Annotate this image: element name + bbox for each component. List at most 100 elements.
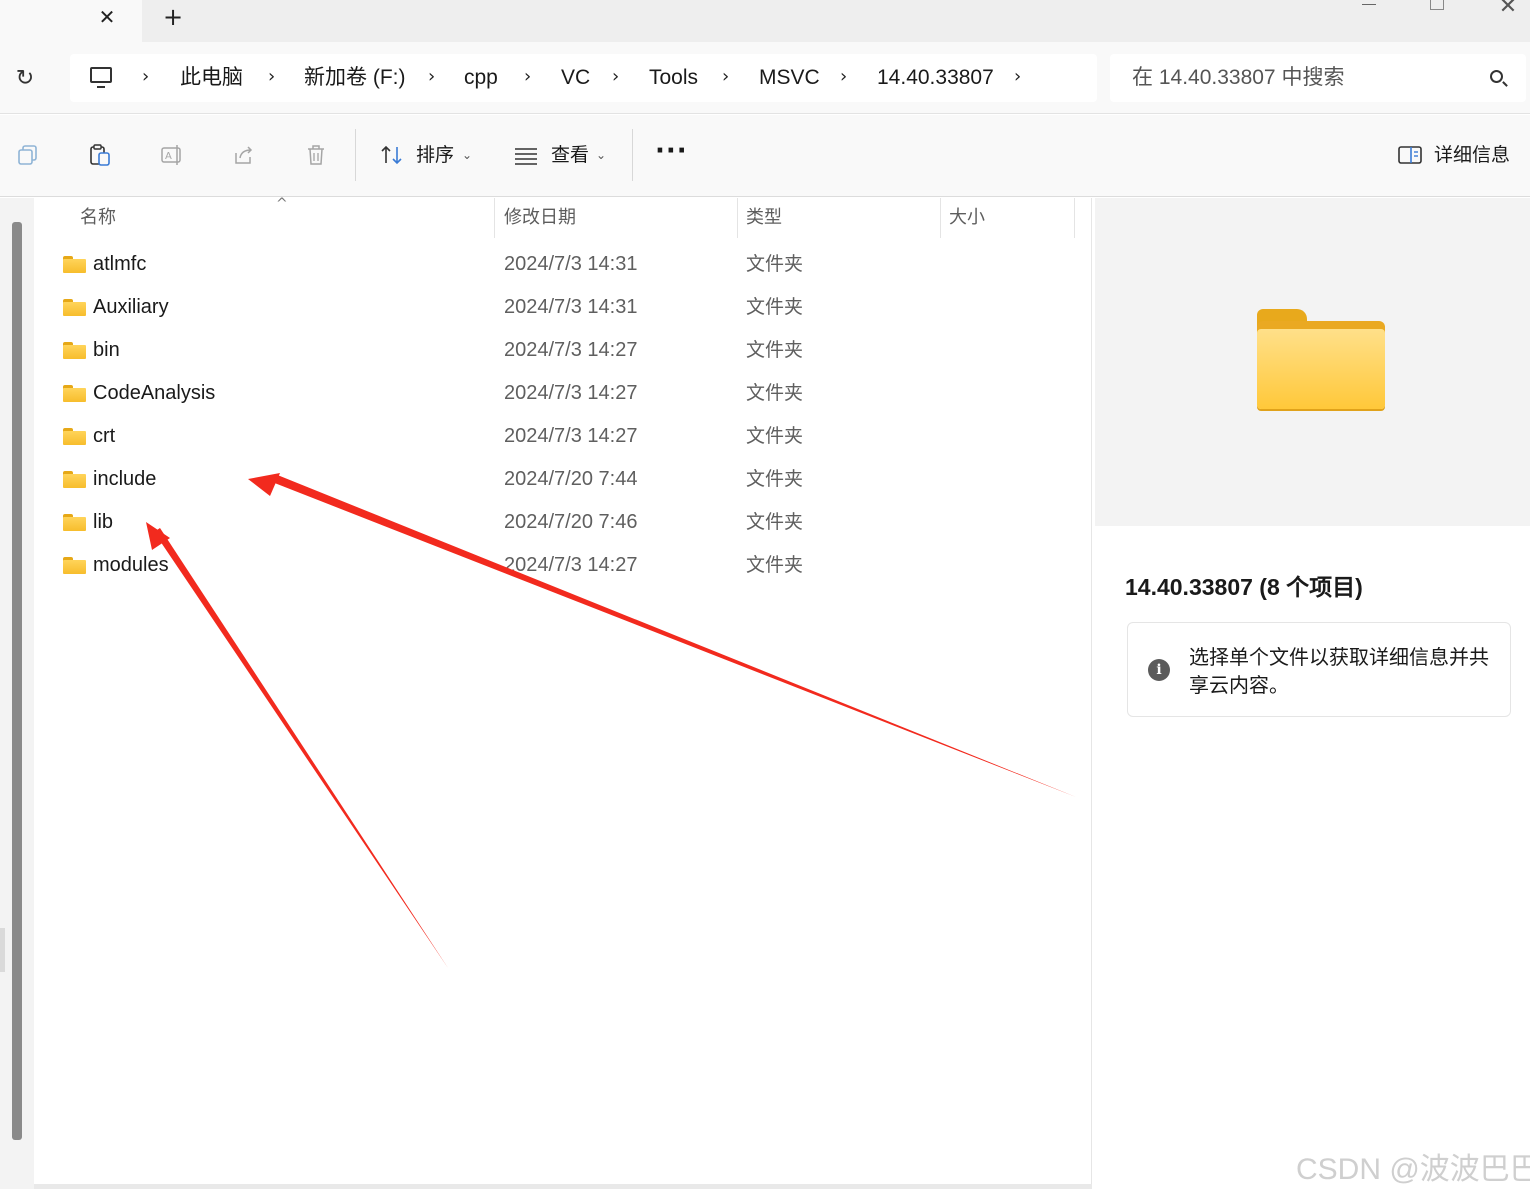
breadcrumb[interactable]: › 此电脑 › 新加卷 (F:) › cpp › VC › Tools › MS… <box>70 54 1097 102</box>
file-type: 文件夹 <box>746 554 804 576</box>
view-button[interactable]: 查看 <box>551 139 589 171</box>
file-date: 2024/7/20 7:46 <box>504 511 638 533</box>
file-type: 文件夹 <box>746 382 804 404</box>
chevron-right-icon[interactable]: › <box>524 54 531 102</box>
command-bar: A 排序 ⌄ 查看 ⌄ ··· 详细信息 <box>0 115 1530 197</box>
chevron-right-icon[interactable]: › <box>612 54 619 102</box>
title-bar: ✕ + ✕ <box>0 0 1530 42</box>
toolbar-divider <box>632 129 633 181</box>
details-button[interactable]: 详细信息 <box>1434 139 1510 171</box>
folder-icon <box>63 256 86 273</box>
sort-button[interactable]: 排序 <box>416 139 454 171</box>
breadcrumb-item[interactable]: 此电脑 <box>180 54 243 102</box>
breadcrumb-item-current[interactable]: 14.40.33807 <box>877 54 994 102</box>
close-window-button[interactable]: ✕ <box>1496 0 1520 19</box>
column-header-date[interactable]: 修改日期 <box>504 198 576 238</box>
chevron-right-icon[interactable]: › <box>840 54 847 102</box>
file-name[interactable]: include <box>93 458 156 501</box>
column-divider[interactable] <box>1074 198 1075 238</box>
file-name[interactable]: modules <box>93 544 169 587</box>
file-date: 2024/7/20 7:44 <box>504 468 638 490</box>
column-header-name[interactable]: 名称 <box>80 198 116 238</box>
more-options-icon[interactable]: ··· <box>655 135 688 167</box>
details-pane: 14.40.33807 (8 个项目) i 选择单个文件以获取详细信息并共享云内… <box>1093 198 1530 1189</box>
file-name[interactable]: CodeAnalysis <box>93 372 215 415</box>
file-date: 2024/7/3 14:31 <box>504 253 638 275</box>
file-row[interactable]: atlmfc 2024/7/3 14:31 文件夹 <box>34 243 1074 286</box>
file-date: 2024/7/3 14:27 <box>504 382 638 404</box>
file-name[interactable]: bin <box>93 329 120 372</box>
folder-icon <box>63 557 86 574</box>
breadcrumb-item[interactable]: Tools <box>649 54 698 102</box>
computer-icon[interactable] <box>90 67 112 88</box>
breadcrumb-item[interactable]: cpp <box>464 54 498 102</box>
folder-icon <box>63 385 86 402</box>
share-icon[interactable] <box>232 143 256 167</box>
file-date: 2024/7/3 14:27 <box>504 339 638 361</box>
navigation-scrollbar[interactable] <box>12 222 22 1140</box>
sort-icon[interactable] <box>380 143 404 167</box>
column-divider[interactable] <box>494 198 495 238</box>
details-title: 14.40.33807 (8 个项目) <box>1125 574 1363 600</box>
search-icon[interactable] <box>1490 70 1503 83</box>
info-text: 选择单个文件以获取详细信息并共享云内容。 <box>1189 645 1489 697</box>
rename-icon[interactable]: A <box>160 143 184 167</box>
file-row[interactable]: modules 2024/7/3 14:27 文件夹 <box>34 544 1074 587</box>
minimize-button[interactable] <box>1362 2 1376 5</box>
toolbar-divider <box>355 129 356 181</box>
file-row[interactable]: crt 2024/7/3 14:27 文件夹 <box>34 415 1074 458</box>
file-row[interactable]: include 2024/7/20 7:44 文件夹 <box>34 458 1074 501</box>
chevron-right-icon[interactable]: › <box>142 54 149 102</box>
file-row[interactable]: lib 2024/7/20 7:46 文件夹 <box>34 501 1074 544</box>
column-divider[interactable] <box>940 198 941 238</box>
close-tab-icon[interactable]: ✕ <box>94 4 120 30</box>
navigation-bar: ↻ › 此电脑 › 新加卷 (F:) › cpp › VC › Tools › … <box>0 42 1530 114</box>
svg-text:A: A <box>165 151 172 162</box>
file-date: 2024/7/3 14:27 <box>504 425 638 447</box>
chevron-right-icon[interactable]: › <box>1014 54 1021 102</box>
delete-icon[interactable] <box>304 143 328 167</box>
file-list[interactable]: ^ 名称 修改日期 类型 大小 atlmfc 2024/7/3 14:31 文件… <box>34 196 1092 1189</box>
search-input[interactable]: 在 14.40.33807 中搜索 <box>1110 54 1526 102</box>
file-date: 2024/7/3 14:27 <box>504 554 638 576</box>
refresh-icon[interactable]: ↻ <box>10 66 40 92</box>
file-name[interactable]: Auxiliary <box>93 286 169 329</box>
search-placeholder: 在 14.40.33807 中搜索 <box>1132 66 1345 89</box>
copy-icon[interactable] <box>16 143 40 167</box>
chevron-down-icon[interactable]: ⌄ <box>596 141 606 169</box>
maximize-button[interactable] <box>1430 0 1444 10</box>
breadcrumb-item[interactable]: VC <box>561 54 590 102</box>
view-icon[interactable] <box>514 143 538 167</box>
info-icon: i <box>1148 659 1170 681</box>
file-name[interactable]: atlmfc <box>93 243 146 286</box>
file-type: 文件夹 <box>746 511 804 533</box>
folder-icon <box>63 471 86 488</box>
navigation-pane-edge <box>0 928 5 972</box>
new-tab-icon[interactable]: + <box>160 3 186 31</box>
column-header-type[interactable]: 类型 <box>746 198 782 238</box>
file-row[interactable]: CodeAnalysis 2024/7/3 14:27 文件夹 <box>34 372 1074 415</box>
preview-area <box>1095 198 1530 526</box>
info-card: i 选择单个文件以获取详细信息并共享云内容。 <box>1127 622 1511 717</box>
chevron-right-icon[interactable]: › <box>428 54 435 102</box>
details-pane-icon[interactable] <box>1398 143 1422 167</box>
browser-tab[interactable]: ✕ <box>0 0 142 42</box>
file-name[interactable]: lib <box>93 501 113 544</box>
chevron-down-icon[interactable]: ⌄ <box>462 141 472 169</box>
file-date: 2024/7/3 14:31 <box>504 296 638 318</box>
breadcrumb-item[interactable]: MSVC <box>759 54 820 102</box>
paste-icon[interactable] <box>88 143 112 167</box>
file-row[interactable]: bin 2024/7/3 14:27 文件夹 <box>34 329 1074 372</box>
column-header-size[interactable]: 大小 <box>949 198 985 238</box>
column-divider[interactable] <box>737 198 738 238</box>
file-type: 文件夹 <box>746 468 804 490</box>
file-name[interactable]: crt <box>93 415 115 458</box>
folder-icon <box>63 514 86 531</box>
breadcrumb-item[interactable]: 新加卷 (F:) <box>304 54 405 102</box>
file-type: 文件夹 <box>746 425 804 447</box>
file-row[interactable]: Auxiliary 2024/7/3 14:31 文件夹 <box>34 286 1074 329</box>
file-type: 文件夹 <box>746 339 804 361</box>
chevron-right-icon[interactable]: › <box>722 54 729 102</box>
file-type: 文件夹 <box>746 253 804 275</box>
chevron-right-icon[interactable]: › <box>268 54 275 102</box>
